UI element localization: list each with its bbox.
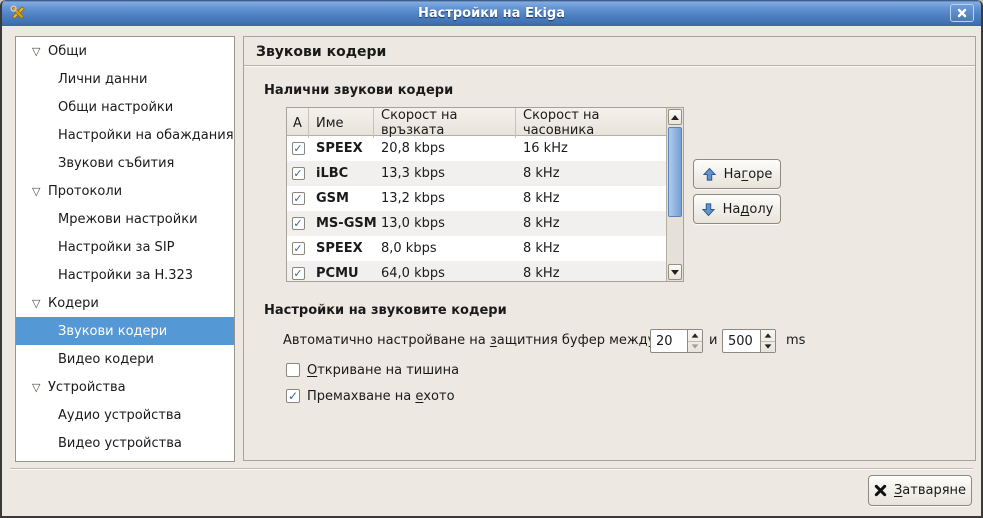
move-down-button[interactable]: Надолу: [693, 194, 781, 224]
scroll-up-icon: [671, 115, 679, 120]
jitter-unit-label: ms: [786, 329, 805, 353]
expander-icon[interactable]: ▽: [32, 185, 48, 198]
jitter-max-spinner: [760, 330, 775, 352]
move-down-label: Надолу: [723, 202, 774, 217]
sidebar-item-audio-devices[interactable]: Аудио устройства: [16, 401, 234, 429]
sidebar-item-h323-settings[interactable]: Настройки за H.323: [16, 261, 234, 289]
jitter-min-spinner: [687, 330, 702, 352]
move-up-button[interactable]: Нагоре: [693, 159, 781, 189]
codecs-table-header: A Име Скорост на връзката Скорост на час…: [287, 108, 668, 136]
jitter-min-spinbox[interactable]: 20: [650, 329, 703, 353]
jitter-buffer-label: Автоматично настройване на защитния буфе…: [283, 329, 655, 353]
expander-icon[interactable]: ▽: [32, 297, 48, 310]
jitter-buffer-row: Автоматично настройване на защитния буфе…: [244, 329, 977, 353]
sidebar-item-protocols[interactable]: ▽ Протоколи: [16, 177, 234, 205]
codec-enabled-checkbox[interactable]: ✓: [292, 242, 305, 255]
codec-enabled-checkbox[interactable]: ✓: [292, 192, 305, 205]
jitter-conjunction-label: и: [709, 329, 717, 353]
codec-enabled-checkbox[interactable]: ✓: [292, 142, 305, 155]
title-separator: [244, 65, 975, 67]
main-panel: Звукови кодери Налични звукови кодери A …: [243, 36, 976, 461]
checkbox-box: ✓: [286, 389, 300, 403]
spin-up-icon: [765, 333, 772, 337]
sidebar-item-sip-settings[interactable]: Настройки за SIP: [16, 233, 234, 261]
sidebar-item-general-settings[interactable]: Общи настройки: [16, 93, 234, 121]
codec-enabled-checkbox[interactable]: ✓: [292, 267, 305, 280]
close-button-label: Затваряне: [894, 483, 966, 498]
tools-icon: [9, 4, 27, 22]
codec-enabled-checkbox[interactable]: ✓: [292, 167, 305, 180]
silence-detection-label: Откриване на тишина: [307, 363, 459, 378]
column-header-active[interactable]: A: [287, 108, 309, 138]
checkbox-box: [286, 363, 300, 377]
scroll-down-icon: [671, 270, 679, 275]
arrow-up-icon: [702, 167, 717, 182]
jitter-max-value[interactable]: 500: [723, 330, 760, 352]
close-icon: [957, 8, 967, 18]
silence-detection-checkbox[interactable]: Откриване на тишина: [286, 362, 459, 378]
close-button[interactable]: Затваряне: [868, 475, 972, 506]
codec-settings-heading: Настройки на звуковите кодери: [264, 303, 507, 318]
spin-down-icon: [765, 345, 772, 349]
spin-down-button[interactable]: [761, 342, 775, 353]
move-up-label: Нагоре: [724, 167, 773, 182]
sidebar-item-call-options[interactable]: Настройки на обажданията: [16, 121, 234, 149]
page-title: Звукови кодери: [256, 44, 386, 60]
jitter-min-value[interactable]: 20: [651, 330, 687, 352]
sidebar-item-personal-data[interactable]: Лични данни: [16, 65, 234, 93]
sidebar-item-audio-codecs[interactable]: Звукови кодери: [16, 317, 234, 345]
window-title: Настройки на Ekiga: [2, 6, 981, 21]
table-row[interactable]: ✓ PCMU 64,0 kbps 8 kHz: [287, 261, 668, 282]
table-row[interactable]: ✓ iLBC 13,3 kbps 8 kHz: [287, 161, 668, 186]
sidebar-item-sound-events[interactable]: Звукови събития: [16, 149, 234, 177]
sidebar-item-general[interactable]: ▽ Общи: [16, 37, 234, 65]
spin-up-icon: [692, 333, 699, 337]
close-x-icon: [874, 484, 887, 497]
expander-icon[interactable]: ▽: [32, 45, 48, 58]
sidebar-item-video-codecs[interactable]: Видео кодери: [16, 345, 234, 373]
scrollbar-thumb[interactable]: [668, 127, 682, 217]
arrow-down-icon: [701, 202, 716, 217]
spin-down-icon: [692, 345, 699, 349]
table-row[interactable]: ✓ SPEEX 8,0 kbps 8 kHz: [287, 236, 668, 261]
jitter-max-spinbox[interactable]: 500: [722, 329, 776, 353]
table-row[interactable]: ✓ MS-GSM 13,0 kbps 8 kHz: [287, 211, 668, 236]
spin-up-button[interactable]: [688, 330, 702, 342]
sidebar-item-devices[interactable]: ▽ Устройства: [16, 373, 234, 401]
expander-icon[interactable]: ▽: [32, 381, 48, 394]
codec-enabled-checkbox[interactable]: ✓: [292, 217, 305, 230]
footer-separator: [10, 468, 973, 470]
sidebar-item-network-settings[interactable]: Мрежови настройки: [16, 205, 234, 233]
table-scrollbar[interactable]: [666, 108, 683, 281]
titlebar[interactable]: Настройки на Ekiga: [2, 0, 981, 26]
scroll-down-button[interactable]: [668, 264, 682, 280]
window-close-button[interactable]: [950, 4, 974, 22]
table-row[interactable]: ✓ GSM 13,2 kbps 8 kHz: [287, 186, 668, 211]
column-header-clock-rate[interactable]: Скорост на часовника: [516, 108, 668, 138]
codecs-table: A Име Скорост на връзката Скорост на час…: [286, 107, 684, 282]
echo-cancellation-label: Премахване на ехото: [307, 389, 455, 404]
sidebar-item-video-devices[interactable]: Видео устройства: [16, 429, 234, 457]
scroll-up-button[interactable]: [668, 109, 682, 125]
spin-down-button[interactable]: [688, 342, 702, 353]
available-codecs-heading: Налични звукови кодери: [264, 83, 453, 98]
echo-cancellation-checkbox[interactable]: ✓ Премахване на ехото: [286, 388, 455, 404]
column-header-bandwidth[interactable]: Скорост на връзката: [374, 108, 516, 138]
table-row[interactable]: ✓ SPEEX 20,8 kbps 16 kHz: [287, 136, 668, 161]
sections-tree: ▽ Общи Лични данни Общи настройки Настро…: [15, 36, 235, 462]
sidebar-item-codecs[interactable]: ▽ Кодери: [16, 289, 234, 317]
column-header-name[interactable]: Име: [309, 108, 374, 138]
spin-up-button[interactable]: [761, 330, 775, 342]
preferences-window: Настройки на Ekiga ▽ Общи Лични данни Об…: [0, 0, 983, 518]
